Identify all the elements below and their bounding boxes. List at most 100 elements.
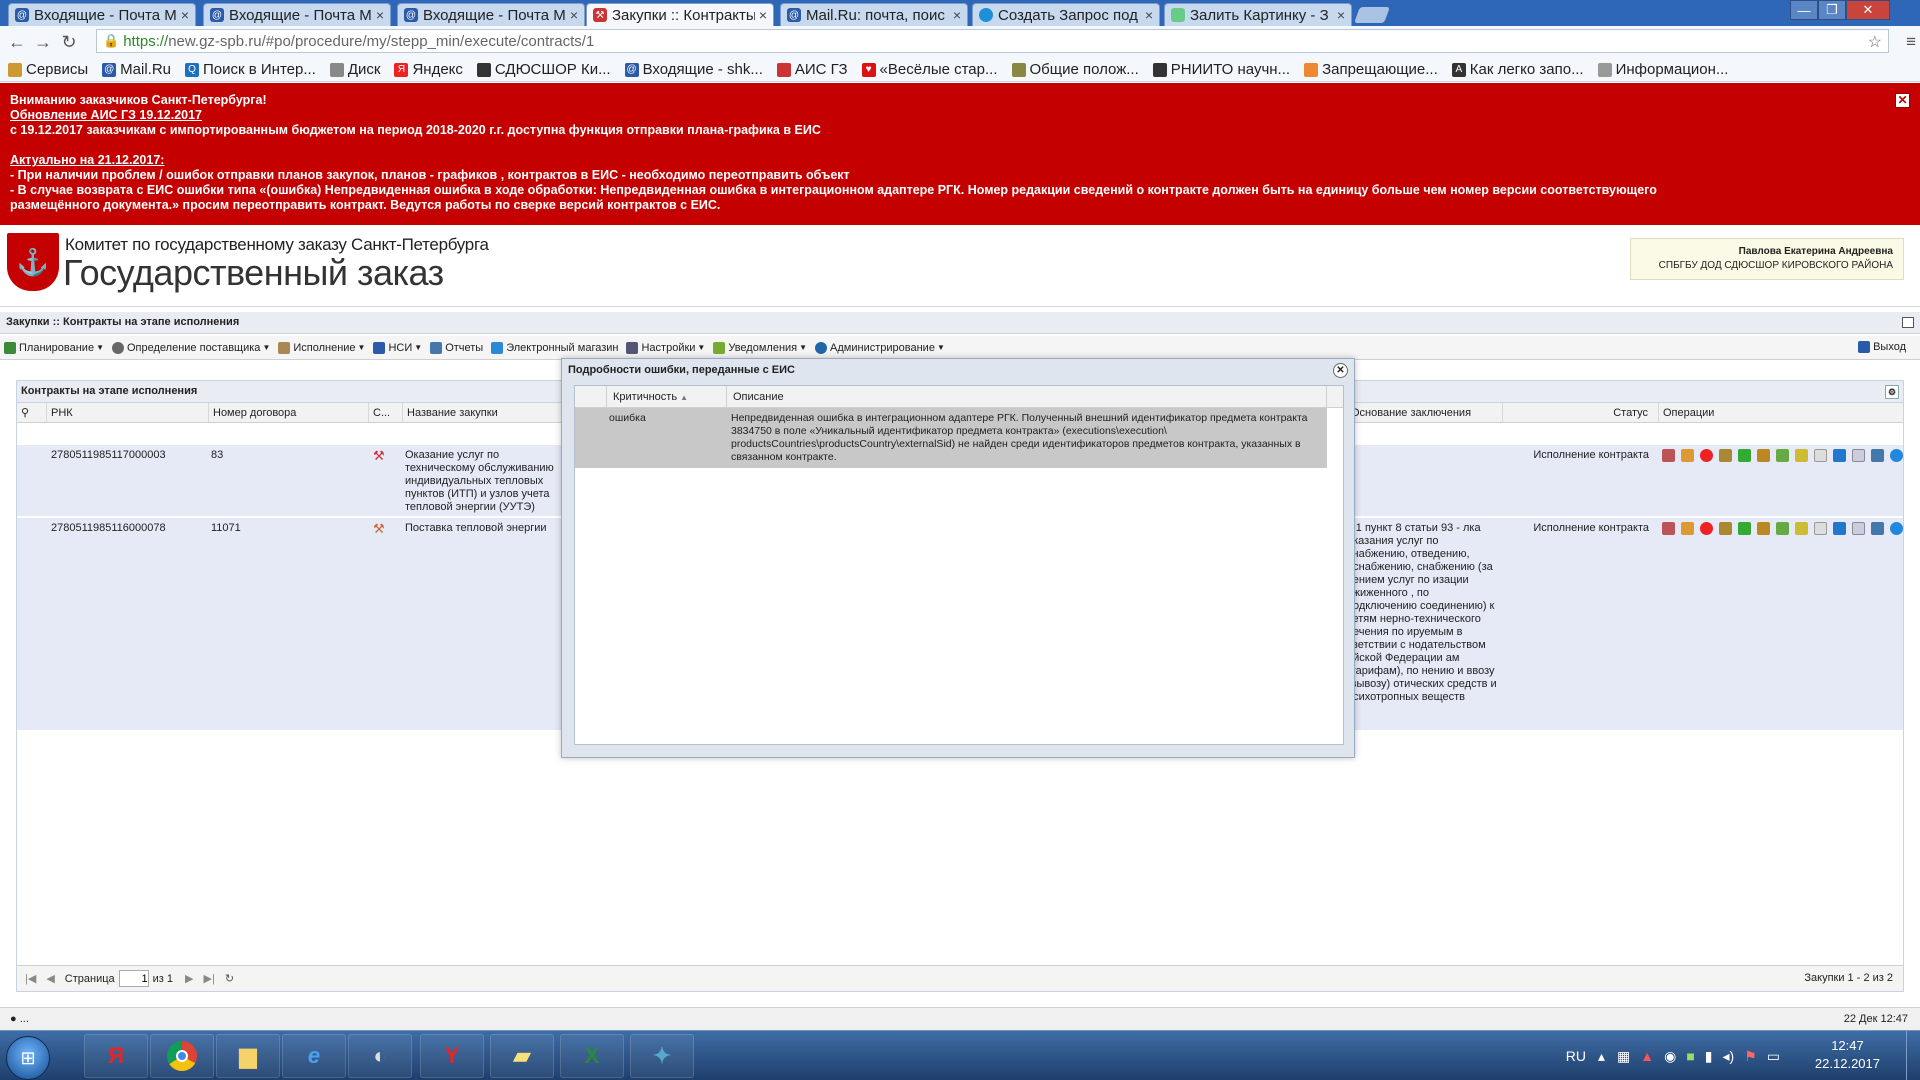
info-icon[interactable] [1890,522,1903,535]
bookmark-star-icon[interactable]: ☆ [1868,32,1882,52]
close-icon[interactable]: × [570,7,578,23]
taskbar-network-app-icon[interactable]: ✦ [630,1034,694,1078]
column-severity[interactable]: Критичность ▲ [607,386,727,408]
bookmark-ais-gz[interactable]: АИС ГЗ [776,61,848,78]
bookmark-services[interactable]: Сервисы [8,61,88,78]
page-icon[interactable] [1814,522,1827,535]
menu-reports[interactable]: Отчеты [430,341,483,354]
info-icon[interactable] [1890,449,1903,462]
taskbar-excel-icon[interactable]: X [560,1034,624,1078]
gpu-icon[interactable]: ■ [1686,1048,1694,1064]
menu-execution[interactable]: Исполнение ▼ [278,341,365,354]
bookmark-veselye-starty[interactable]: ♥ «Весёлые стар... [861,61,998,78]
taskbar-media-icon[interactable]: ◐ [348,1034,412,1078]
menu-administration[interactable]: Администрирование ▼ [815,341,945,354]
nvidia-icon[interactable]: ◉ [1664,1048,1676,1065]
dialog-close-button[interactable]: ✕ [1333,363,1348,378]
last-page-icon[interactable]: ▶| [204,972,215,985]
gear-icon[interactable] [1776,522,1789,535]
bookmark-inbox-shk[interactable]: @ Входящие - shk... [624,61,763,78]
menu-nsi[interactable]: НСИ ▼ [373,341,422,354]
column-status[interactable]: Статус [1503,403,1659,423]
bookmark-sdushor[interactable]: СДЮСШОР Ки... [476,61,611,78]
taskbar-yandex-browser-icon[interactable]: Y [420,1034,484,1078]
close-icon[interactable]: × [953,7,961,23]
column-c[interactable]: С... [369,403,403,423]
power-icon[interactable]: ▮ [1705,1048,1713,1065]
chart-icon[interactable] [1833,449,1846,462]
column-rnk[interactable]: РНК [47,403,209,423]
browser-tab-inbox-1[interactable]: @ Входящие - Почта M × [8,3,196,26]
bookmark-disk[interactable]: Диск [329,61,380,78]
taskbar-chrome-icon[interactable] [150,1034,214,1078]
browser-tab-mailru[interactable]: @ Mail.Ru: почта, поис × [780,3,968,26]
browser-tab-inbox-3[interactable]: @ Входящие - Почта M × [397,3,585,26]
first-page-icon[interactable]: |◀ [25,972,36,985]
error-row[interactable]: ошибка Непредвиденная ошибка в интеграци… [575,408,1327,468]
browser-menu-icon[interactable]: ≡ [1906,32,1916,52]
language-indicator[interactable]: RU [1566,1048,1586,1064]
banner-close-button[interactable]: ✕ [1895,93,1910,108]
column-description[interactable]: Описание [727,386,1327,408]
next-page-icon[interactable]: ▶ [185,972,193,985]
stack-icon[interactable] [1795,449,1808,462]
send-icon[interactable] [1871,522,1884,535]
banner-link[interactable]: Обновление АИС ГЗ 19.12.2017 [10,108,1910,123]
exit-button[interactable]: Выход [1858,341,1906,353]
upload-icon[interactable] [1719,522,1732,535]
close-icon[interactable]: × [759,7,767,23]
sign-icon[interactable] [1738,522,1751,535]
bookmark-info[interactable]: Информацион... [1597,61,1728,78]
panel-refresh-icon[interactable]: ⚙ [1885,385,1899,399]
close-icon[interactable]: × [181,7,189,23]
show-desktop-button[interactable] [1906,1031,1920,1080]
browser-tab-contracts[interactable]: ⚒ Закупки :: Контракты × [586,3,774,26]
gear-icon[interactable] [1776,449,1789,462]
bookmark-how-to[interactable]: A Как легко запо... [1451,61,1584,78]
back-button[interactable]: ← [4,29,30,55]
page-icon[interactable] [1814,449,1827,462]
page-input[interactable] [118,970,149,987]
network-icon[interactable]: ▦ [1617,1048,1630,1065]
document-icon[interactable] [1662,522,1675,535]
menu-settings[interactable]: Настройки ▼ [626,341,705,354]
report-icon[interactable] [1852,449,1865,462]
browser-tab-request[interactable]: Создать Запрос под × [972,3,1160,26]
document-icon[interactable] [1662,449,1675,462]
forward-button[interactable]: → [30,29,56,55]
taskbar-explorer-icon[interactable]: ▆ [216,1034,280,1078]
taskbar-ie-icon[interactable]: e [282,1034,346,1078]
bookmark-prohibiting[interactable]: Запрещающие... [1304,61,1438,78]
action-center-icon[interactable]: ⚑ [1744,1048,1757,1065]
display-icon[interactable]: ▭ [1767,1048,1780,1065]
start-button[interactable]: ⊞ [6,1036,50,1080]
address-bar[interactable]: 🔒 https://new.gz-spb.ru/#po/procedure/my… [96,29,1889,53]
edit-icon[interactable] [1681,522,1694,535]
menu-eshop[interactable]: Электронный магазин [491,341,618,354]
sign-icon[interactable] [1738,449,1751,462]
browser-tab-inbox-2[interactable]: @ Входящие - Почта M × [203,3,391,26]
clock[interactable]: 12:47 22.12.2017 [1815,1037,1880,1073]
tray-expand-icon[interactable]: ▴ [1598,1048,1605,1065]
close-icon[interactable]: × [376,7,384,23]
column-name[interactable]: Название закупки [403,403,579,423]
stack-icon[interactable] [1795,522,1808,535]
send-icon[interactable] [1871,449,1884,462]
column-contract-no[interactable]: Номер договора [209,403,369,423]
menu-planning[interactable]: Планирование ▼ [4,341,104,354]
restore-button[interactable]: ❐ [1818,0,1846,20]
bookmark-mailru[interactable]: @ Mail.Ru [102,61,171,78]
new-tab-button[interactable] [1354,7,1390,23]
taskbar-sticky-notes-icon[interactable]: ▰ [490,1034,554,1078]
close-icon[interactable]: × [1337,7,1345,23]
menu-supplier[interactable]: Определение поставщика ▼ [112,341,270,354]
seal-icon[interactable] [1757,449,1770,462]
chart-icon[interactable] [1833,522,1846,535]
report-icon[interactable] [1852,522,1865,535]
volume-icon[interactable]: ◂) [1723,1048,1735,1065]
prev-page-icon[interactable]: ◀ [46,972,54,985]
close-icon[interactable]: × [1145,7,1153,23]
bookmark-rniito[interactable]: РНИИТО научн... [1152,61,1290,78]
delete-icon[interactable] [1700,522,1713,535]
acrobat-icon[interactable]: ▲ [1640,1048,1654,1064]
